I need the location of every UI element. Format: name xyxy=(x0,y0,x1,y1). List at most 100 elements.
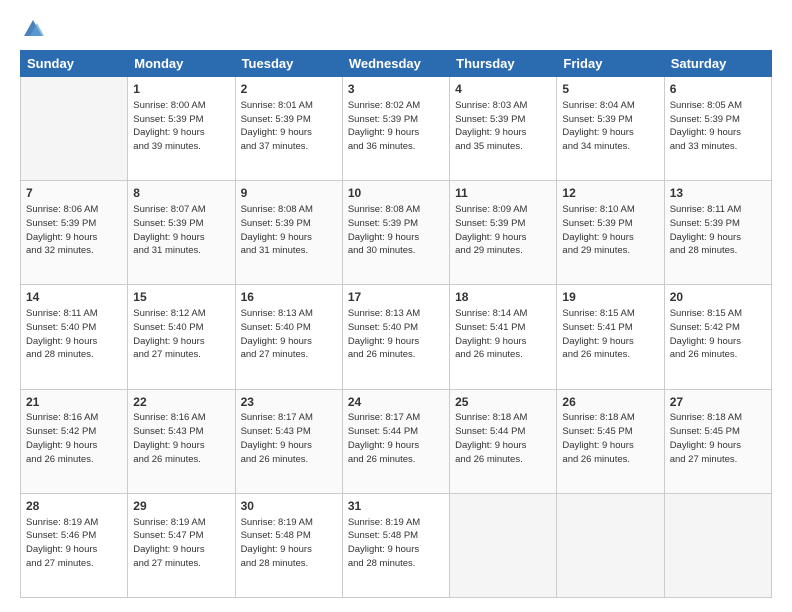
day-info: Sunrise: 8:15 AM Sunset: 5:41 PM Dayligh… xyxy=(562,307,658,362)
day-cell: 9Sunrise: 8:08 AM Sunset: 5:39 PM Daylig… xyxy=(235,181,342,285)
day-cell: 23Sunrise: 8:17 AM Sunset: 5:43 PM Dayli… xyxy=(235,389,342,493)
day-cell: 12Sunrise: 8:10 AM Sunset: 5:39 PM Dayli… xyxy=(557,181,664,285)
day-cell: 13Sunrise: 8:11 AM Sunset: 5:39 PM Dayli… xyxy=(664,181,771,285)
day-cell: 15Sunrise: 8:12 AM Sunset: 5:40 PM Dayli… xyxy=(128,285,235,389)
day-number: 21 xyxy=(26,394,122,411)
day-header-saturday: Saturday xyxy=(664,51,771,77)
day-cell: 4Sunrise: 8:03 AM Sunset: 5:39 PM Daylig… xyxy=(450,77,557,181)
day-number: 19 xyxy=(562,289,658,306)
day-cell: 17Sunrise: 8:13 AM Sunset: 5:40 PM Dayli… xyxy=(342,285,449,389)
day-number: 28 xyxy=(26,498,122,515)
day-number: 10 xyxy=(348,185,444,202)
day-cell: 29Sunrise: 8:19 AM Sunset: 5:47 PM Dayli… xyxy=(128,493,235,597)
day-info: Sunrise: 8:03 AM Sunset: 5:39 PM Dayligh… xyxy=(455,99,551,154)
page: SundayMondayTuesdayWednesdayThursdayFrid… xyxy=(0,0,792,612)
day-info: Sunrise: 8:17 AM Sunset: 5:44 PM Dayligh… xyxy=(348,411,444,466)
day-cell: 1Sunrise: 8:00 AM Sunset: 5:39 PM Daylig… xyxy=(128,77,235,181)
day-info: Sunrise: 8:19 AM Sunset: 5:48 PM Dayligh… xyxy=(241,516,337,571)
day-info: Sunrise: 8:11 AM Sunset: 5:39 PM Dayligh… xyxy=(670,203,766,258)
day-number: 13 xyxy=(670,185,766,202)
calendar: SundayMondayTuesdayWednesdayThursdayFrid… xyxy=(20,50,772,598)
calendar-week-row: 1Sunrise: 8:00 AM Sunset: 5:39 PM Daylig… xyxy=(21,77,772,181)
day-cell: 20Sunrise: 8:15 AM Sunset: 5:42 PM Dayli… xyxy=(664,285,771,389)
header xyxy=(20,18,772,40)
day-info: Sunrise: 8:13 AM Sunset: 5:40 PM Dayligh… xyxy=(348,307,444,362)
day-cell: 31Sunrise: 8:19 AM Sunset: 5:48 PM Dayli… xyxy=(342,493,449,597)
day-cell: 27Sunrise: 8:18 AM Sunset: 5:45 PM Dayli… xyxy=(664,389,771,493)
logo-icon xyxy=(22,18,44,40)
logo xyxy=(20,18,44,40)
day-info: Sunrise: 8:10 AM Sunset: 5:39 PM Dayligh… xyxy=(562,203,658,258)
day-cell: 28Sunrise: 8:19 AM Sunset: 5:46 PM Dayli… xyxy=(21,493,128,597)
day-info: Sunrise: 8:19 AM Sunset: 5:47 PM Dayligh… xyxy=(133,516,229,571)
day-info: Sunrise: 8:06 AM Sunset: 5:39 PM Dayligh… xyxy=(26,203,122,258)
calendar-week-row: 21Sunrise: 8:16 AM Sunset: 5:42 PM Dayli… xyxy=(21,389,772,493)
day-info: Sunrise: 8:07 AM Sunset: 5:39 PM Dayligh… xyxy=(133,203,229,258)
calendar-week-row: 7Sunrise: 8:06 AM Sunset: 5:39 PM Daylig… xyxy=(21,181,772,285)
day-number: 17 xyxy=(348,289,444,306)
day-cell: 10Sunrise: 8:08 AM Sunset: 5:39 PM Dayli… xyxy=(342,181,449,285)
calendar-header-row: SundayMondayTuesdayWednesdayThursdayFrid… xyxy=(21,51,772,77)
empty-cell xyxy=(557,493,664,597)
day-cell: 16Sunrise: 8:13 AM Sunset: 5:40 PM Dayli… xyxy=(235,285,342,389)
day-info: Sunrise: 8:16 AM Sunset: 5:43 PM Dayligh… xyxy=(133,411,229,466)
day-number: 23 xyxy=(241,394,337,411)
day-number: 31 xyxy=(348,498,444,515)
empty-cell xyxy=(664,493,771,597)
calendar-body: 1Sunrise: 8:00 AM Sunset: 5:39 PM Daylig… xyxy=(21,77,772,598)
day-cell: 11Sunrise: 8:09 AM Sunset: 5:39 PM Dayli… xyxy=(450,181,557,285)
day-number: 12 xyxy=(562,185,658,202)
day-number: 7 xyxy=(26,185,122,202)
day-cell: 3Sunrise: 8:02 AM Sunset: 5:39 PM Daylig… xyxy=(342,77,449,181)
day-cell: 22Sunrise: 8:16 AM Sunset: 5:43 PM Dayli… xyxy=(128,389,235,493)
day-info: Sunrise: 8:08 AM Sunset: 5:39 PM Dayligh… xyxy=(241,203,337,258)
day-cell: 8Sunrise: 8:07 AM Sunset: 5:39 PM Daylig… xyxy=(128,181,235,285)
day-number: 3 xyxy=(348,81,444,98)
day-header-sunday: Sunday xyxy=(21,51,128,77)
day-cell: 30Sunrise: 8:19 AM Sunset: 5:48 PM Dayli… xyxy=(235,493,342,597)
day-number: 29 xyxy=(133,498,229,515)
day-info: Sunrise: 8:17 AM Sunset: 5:43 PM Dayligh… xyxy=(241,411,337,466)
day-info: Sunrise: 8:15 AM Sunset: 5:42 PM Dayligh… xyxy=(670,307,766,362)
day-header-monday: Monday xyxy=(128,51,235,77)
day-header-wednesday: Wednesday xyxy=(342,51,449,77)
day-info: Sunrise: 8:04 AM Sunset: 5:39 PM Dayligh… xyxy=(562,99,658,154)
day-cell: 7Sunrise: 8:06 AM Sunset: 5:39 PM Daylig… xyxy=(21,181,128,285)
day-number: 25 xyxy=(455,394,551,411)
day-number: 27 xyxy=(670,394,766,411)
day-info: Sunrise: 8:13 AM Sunset: 5:40 PM Dayligh… xyxy=(241,307,337,362)
day-number: 11 xyxy=(455,185,551,202)
day-number: 2 xyxy=(241,81,337,98)
day-info: Sunrise: 8:00 AM Sunset: 5:39 PM Dayligh… xyxy=(133,99,229,154)
day-info: Sunrise: 8:14 AM Sunset: 5:41 PM Dayligh… xyxy=(455,307,551,362)
day-cell: 2Sunrise: 8:01 AM Sunset: 5:39 PM Daylig… xyxy=(235,77,342,181)
day-cell: 19Sunrise: 8:15 AM Sunset: 5:41 PM Dayli… xyxy=(557,285,664,389)
calendar-week-row: 28Sunrise: 8:19 AM Sunset: 5:46 PM Dayli… xyxy=(21,493,772,597)
day-cell: 24Sunrise: 8:17 AM Sunset: 5:44 PM Dayli… xyxy=(342,389,449,493)
day-header-thursday: Thursday xyxy=(450,51,557,77)
day-header-tuesday: Tuesday xyxy=(235,51,342,77)
day-number: 9 xyxy=(241,185,337,202)
day-header-friday: Friday xyxy=(557,51,664,77)
day-info: Sunrise: 8:02 AM Sunset: 5:39 PM Dayligh… xyxy=(348,99,444,154)
day-info: Sunrise: 8:16 AM Sunset: 5:42 PM Dayligh… xyxy=(26,411,122,466)
day-info: Sunrise: 8:19 AM Sunset: 5:46 PM Dayligh… xyxy=(26,516,122,571)
day-info: Sunrise: 8:01 AM Sunset: 5:39 PM Dayligh… xyxy=(241,99,337,154)
day-info: Sunrise: 8:11 AM Sunset: 5:40 PM Dayligh… xyxy=(26,307,122,362)
day-info: Sunrise: 8:09 AM Sunset: 5:39 PM Dayligh… xyxy=(455,203,551,258)
day-number: 6 xyxy=(670,81,766,98)
day-cell: 6Sunrise: 8:05 AM Sunset: 5:39 PM Daylig… xyxy=(664,77,771,181)
day-cell: 14Sunrise: 8:11 AM Sunset: 5:40 PM Dayli… xyxy=(21,285,128,389)
calendar-week-row: 14Sunrise: 8:11 AM Sunset: 5:40 PM Dayli… xyxy=(21,285,772,389)
day-number: 4 xyxy=(455,81,551,98)
day-number: 30 xyxy=(241,498,337,515)
day-info: Sunrise: 8:08 AM Sunset: 5:39 PM Dayligh… xyxy=(348,203,444,258)
day-number: 20 xyxy=(670,289,766,306)
day-number: 26 xyxy=(562,394,658,411)
day-info: Sunrise: 8:19 AM Sunset: 5:48 PM Dayligh… xyxy=(348,516,444,571)
empty-cell xyxy=(450,493,557,597)
day-cell: 25Sunrise: 8:18 AM Sunset: 5:44 PM Dayli… xyxy=(450,389,557,493)
day-info: Sunrise: 8:05 AM Sunset: 5:39 PM Dayligh… xyxy=(670,99,766,154)
day-number: 5 xyxy=(562,81,658,98)
day-info: Sunrise: 8:12 AM Sunset: 5:40 PM Dayligh… xyxy=(133,307,229,362)
